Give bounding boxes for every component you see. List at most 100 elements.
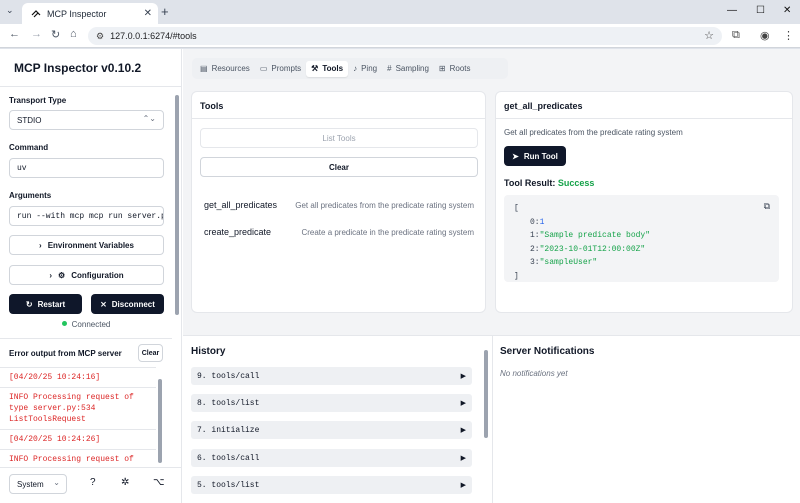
notifications-empty-text: No notifications yet	[500, 369, 568, 378]
browser-tab-bar: ⌄ MCP Inspector ✕ + — ☐ ✕	[0, 0, 800, 24]
clear-tools-button[interactable]: Clear	[200, 157, 478, 177]
close-window-button[interactable]: ✕	[783, 5, 791, 16]
expand-triangle-icon[interactable]: ▶	[461, 454, 466, 463]
tab-search-icon[interactable]: ⌄	[6, 5, 14, 16]
list-tools-button[interactable]: List Tools	[200, 128, 478, 148]
tab-sampling[interactable]: # Sampling	[382, 61, 434, 77]
tool-result-json: ⧉ [ 0:1 1:"Sample predicate body" 2:"2023-…	[504, 195, 779, 282]
run-tool-button[interactable]: ➤ Run Tool	[504, 146, 566, 166]
scrollbar-thumb[interactable]	[158, 379, 162, 463]
transport-value: STDIO	[17, 115, 42, 125]
bookmark-star-icon[interactable]: ☆	[704, 29, 714, 42]
copy-icon[interactable]: ⧉	[764, 201, 770, 215]
app-title: MCP Inspector v0.10.2	[14, 61, 142, 75]
error-log: [04/20/25 10:24:16] INFO Processing requ…	[0, 367, 156, 465]
tab-label: Sampling	[395, 64, 429, 73]
configuration-label: Configuration	[71, 270, 124, 280]
json-value: "Sample predicate body"	[539, 231, 651, 240]
minimize-button[interactable]: —	[727, 5, 737, 16]
arguments-input[interactable]: run --with mcp mcp run server.py	[9, 206, 164, 226]
message-icon: ▭	[259, 64, 268, 73]
disconnect-label: Disconnect	[111, 299, 155, 309]
configuration-button[interactable]: › ⚙ Configuration	[9, 265, 164, 285]
history-item[interactable]: 5. tools/list ▶	[191, 476, 472, 494]
tool-item[interactable]: get_all_predicates Get all predicates fr…	[204, 200, 474, 210]
history-item[interactable]: 9. tools/call ▶	[191, 367, 472, 385]
expand-triangle-icon[interactable]: ▶	[461, 426, 466, 435]
theme-select[interactable]: System ⌄	[9, 474, 67, 494]
chevron-up-down-icon: ⌄	[53, 478, 60, 487]
arguments-label: Arguments	[9, 191, 52, 200]
log-entry: INFO Processing request of type server.p…	[0, 449, 156, 465]
maximize-button[interactable]: ☐	[756, 5, 765, 16]
json-value: "sampleUser"	[539, 258, 598, 267]
extensions-icon[interactable]: ⧉	[732, 29, 740, 42]
tools-panel: Tools List Tools Clear get_all_predicate…	[191, 91, 486, 313]
json-open-bracket: [	[514, 204, 519, 213]
expand-triangle-icon[interactable]: ▶	[461, 481, 466, 490]
json-item: 1:"Sample predicate body"	[514, 229, 769, 243]
error-clear-button[interactable]: Clear	[138, 344, 163, 362]
environment-variables-label: Environment Variables	[47, 240, 134, 250]
tab-prompts[interactable]: ▭ Prompts	[255, 61, 306, 77]
history-item[interactable]: 7. initialize ▶	[191, 421, 472, 439]
divider	[496, 118, 792, 119]
tool-name: create_predicate	[204, 227, 272, 237]
history-scrollbar[interactable]	[483, 340, 489, 503]
disconnect-button[interactable]: ⨯ Disconnect	[91, 294, 164, 314]
connection-status: Connected	[0, 320, 172, 329]
close-tab-icon[interactable]: ✕	[144, 8, 152, 19]
file-icon: ▤	[200, 64, 208, 73]
browser-tab[interactable]: MCP Inspector ✕	[22, 3, 158, 24]
divider	[0, 338, 172, 339]
tool-detail-panel: get_all_predicates Get all predicates fr…	[495, 91, 793, 313]
tool-description: Create a predicate in the predicate rati…	[301, 227, 474, 237]
back-arrow-icon[interactable]: ←	[9, 28, 20, 40]
help-icon[interactable]: ?	[90, 477, 96, 488]
hash-icon: #	[387, 64, 392, 73]
json-index: 3:	[530, 258, 540, 267]
github-icon[interactable]: ⌥	[153, 477, 165, 488]
forward-arrow-icon[interactable]: →	[31, 28, 42, 40]
restart-button[interactable]: ↻ Restart	[9, 294, 82, 314]
browser-toolbar: ← → ↻ ⌂ ⚙ 127.0.0.1:6274/#tools ☆ ⧉ ◉ ⋮	[0, 24, 800, 48]
tab-resources[interactable]: ▤ Resources	[195, 61, 255, 77]
json-item: 0:1	[514, 216, 769, 230]
arguments-value: run --with mcp mcp run server.py	[17, 211, 164, 221]
scrollbar-thumb[interactable]	[175, 95, 179, 315]
expand-triangle-icon[interactable]: ▶	[461, 399, 466, 408]
reload-icon[interactable]: ↻	[51, 28, 60, 41]
status-dot-icon	[61, 321, 67, 326]
transport-select[interactable]: STDIO ⌃⌄	[9, 110, 164, 130]
tab-tools[interactable]: ⚒ Tools	[306, 60, 349, 77]
tool-item[interactable]: create_predicate Create a predicate in t…	[204, 227, 474, 237]
chevron-right-icon: ›	[49, 270, 53, 280]
history-item-label: 9. tools/call	[197, 371, 260, 381]
environment-variables-button[interactable]: › Environment Variables	[9, 235, 164, 255]
tool-detail-description: Get all predicates from the predicate ra…	[504, 128, 683, 137]
transport-label: Transport Type	[9, 96, 67, 105]
scrollbar-thumb[interactable]	[484, 350, 488, 438]
json-close-bracket: ]	[514, 271, 519, 281]
expand-triangle-icon[interactable]: ▶	[461, 372, 466, 381]
history-item[interactable]: 8. tools/list ▶	[191, 394, 472, 412]
tab-roots[interactable]: ⊞ Roots	[434, 61, 476, 77]
command-input[interactable]: uv	[9, 158, 164, 178]
new-tab-button[interactable]: +	[161, 4, 169, 20]
profile-icon[interactable]: ◉	[760, 29, 770, 42]
tab-ping[interactable]: ♪ Ping	[348, 61, 382, 77]
sidebar-scrollbar[interactable]	[174, 95, 180, 317]
address-bar[interactable]: ⚙ 127.0.0.1:6274/#tools ☆	[88, 27, 722, 45]
tool-name: get_all_predicates	[204, 200, 278, 210]
divider	[492, 336, 493, 503]
error-log-scrollbar[interactable]	[157, 367, 163, 465]
bottom-area: History 9. tools/call ▶ 8. tools/list ▶ 7.…	[183, 335, 800, 503]
history-title: History	[191, 346, 226, 357]
site-info-icon[interactable]: ⚙	[96, 31, 104, 42]
menu-kebab-icon[interactable]: ⋮	[783, 29, 794, 42]
browser-tab-title: MCP Inspector	[47, 8, 107, 19]
bug-icon[interactable]: ✲	[121, 477, 129, 488]
home-icon[interactable]: ⌂	[70, 28, 77, 40]
json-item: 2:"2023-10-01T12:00:00Z"	[514, 243, 769, 257]
history-item[interactable]: 6. tools/call ▶	[191, 449, 472, 467]
